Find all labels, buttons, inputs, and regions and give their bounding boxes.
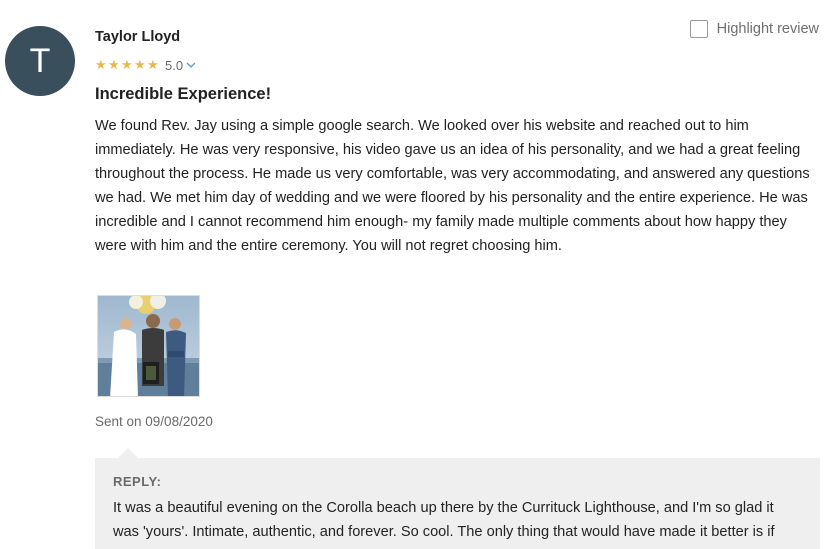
sent-date: Sent on 09/08/2020 [95, 414, 213, 429]
star-icon: ★ [134, 57, 146, 72]
reply-box: REPLY: It was a beautiful evening on the… [95, 458, 820, 549]
star-icon: ★ [147, 57, 159, 72]
highlight-review-label: Highlight review [716, 21, 819, 37]
reviewer-name: Taylor Lloyd [95, 29, 181, 45]
highlight-review-toggle[interactable]: Highlight review [689, 20, 819, 38]
star-icon: ★ [95, 57, 107, 72]
avatar-initial: T [29, 41, 51, 80]
star-icon: ★ [108, 57, 120, 72]
highlight-checkbox[interactable] [689, 20, 708, 38]
review-body: We found Rev. Jay using a simple google … [95, 118, 810, 254]
avatar: T [5, 26, 75, 96]
review-photo-thumbnail[interactable] [97, 295, 200, 397]
reply-text: It was a beautiful evening on the Coroll… [113, 500, 775, 549]
rating-value: 5.0 [165, 57, 184, 73]
rating: ★ ★ ★ ★ ★ 5.0 [95, 57, 196, 73]
wedding-photo-image [98, 296, 199, 396]
star-icon: ★ [121, 57, 133, 72]
reply-notch [118, 448, 138, 458]
reply-label: REPLY: [113, 474, 162, 489]
star-rating: ★ ★ ★ ★ ★ [95, 57, 160, 73]
chevron-down-icon[interactable] [186, 60, 196, 70]
review-title: Incredible Experience! [95, 85, 272, 103]
